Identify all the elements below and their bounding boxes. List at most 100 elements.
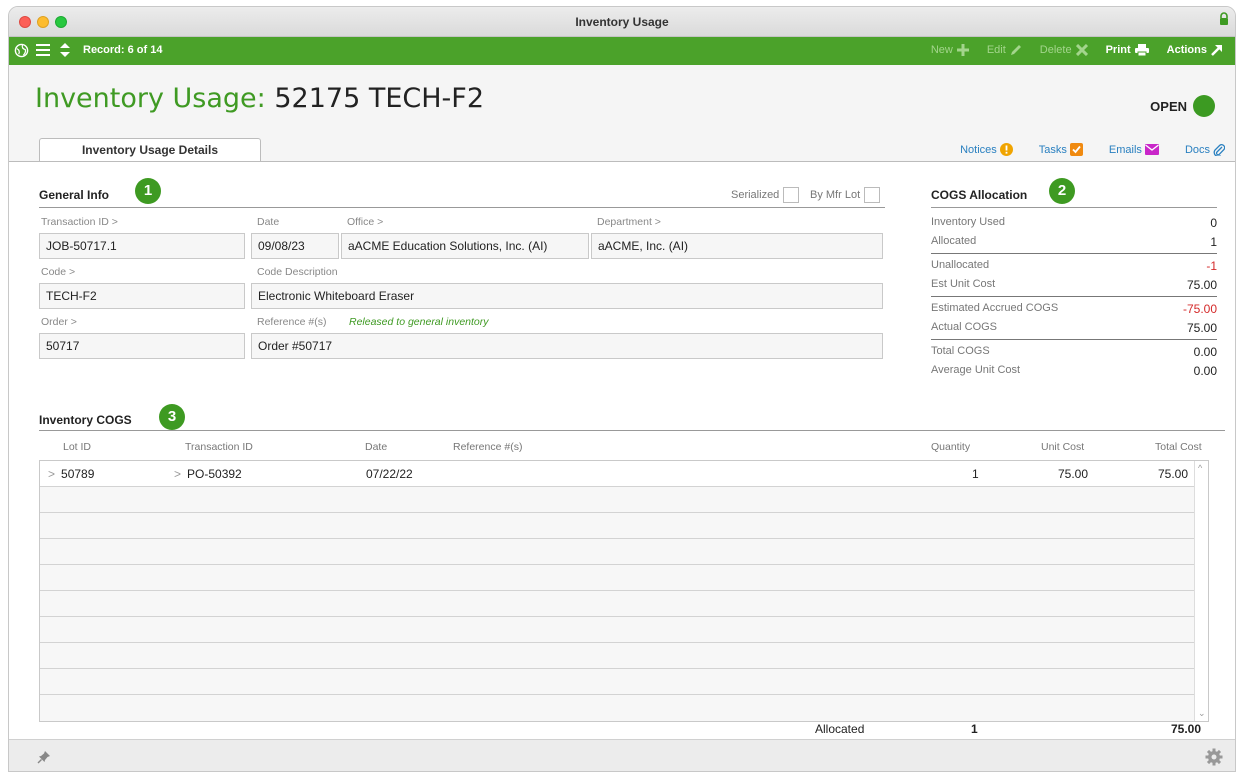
table-row-empty (40, 643, 1208, 669)
cogs-row-label: Actual COGS (931, 321, 998, 333)
col-header-transaction-id[interactable]: Transaction ID (185, 441, 253, 453)
code-description-field[interactable]: Electronic Whiteboard Eraser (251, 283, 883, 309)
quantity-cell: 1 (972, 467, 979, 481)
table-row-empty (40, 591, 1208, 617)
cogs-row-inventory-used: Inventory Used 0 (931, 213, 1217, 233)
col-header-lot-id[interactable]: Lot ID (63, 441, 91, 453)
paperclip-icon (1213, 144, 1225, 156)
date-cell: 07/22/22 (366, 467, 413, 481)
order-field[interactable]: 50717 (39, 333, 245, 359)
cogs-row-average-unit-cost: Average Unit Cost 0.00 (931, 361, 1217, 381)
reference-field[interactable]: Order #50717 (251, 333, 883, 359)
page-title-value: 52175 TECH-F2 (274, 83, 484, 114)
transaction-id-cell[interactable]: > PO-50392 (174, 467, 242, 481)
reference-note: Released to general inventory (349, 316, 489, 328)
notices-label: Notices (960, 143, 997, 156)
actions-button-label: Actions (1166, 44, 1207, 56)
serialized-checkbox[interactable]: Serialized (731, 187, 800, 203)
reference-label: Reference #(s) (257, 316, 327, 328)
totals-quantity: 1 (971, 722, 978, 736)
delete-button[interactable]: Delete (1040, 44, 1088, 56)
lock-icon[interactable] (1219, 12, 1229, 26)
notices-link[interactable]: Notices (960, 143, 1013, 156)
department-field[interactable]: aACME, Inc. (AI) (591, 233, 883, 259)
cogs-row-value: 0 (1210, 216, 1217, 230)
office-field[interactable]: aACME Education Solutions, Inc. (AI) (341, 233, 589, 259)
lot-id-value: 50789 (61, 467, 95, 481)
status-indicator: OPEN (1150, 95, 1215, 117)
table-row[interactable]: >50789 > PO-50392 07/22/22 1 75.00 75.00 (40, 461, 1208, 487)
cogs-divider (931, 339, 1217, 340)
department-label[interactable]: Department > (597, 216, 661, 228)
inventory-cogs-table: >50789 > PO-50392 07/22/22 1 75.00 75.00 … (39, 460, 1209, 722)
task-check-icon (1069, 143, 1083, 156)
cogs-allocation-divider (931, 207, 1217, 208)
cogs-allocation-title: COGS Allocation (931, 188, 1028, 202)
page-title-label: Inventory Usage: (35, 83, 266, 114)
new-button-label: New (930, 44, 953, 56)
col-header-total-cost[interactable]: Total Cost (1155, 441, 1202, 453)
col-header-quantity[interactable]: Quantity (931, 441, 970, 453)
status-label: OPEN (1150, 98, 1187, 114)
table-row-empty (40, 513, 1208, 539)
general-info-divider (39, 207, 885, 208)
warning-icon (999, 143, 1013, 156)
callout-badge-2: 2 (1049, 178, 1075, 204)
order-label[interactable]: Order > (41, 316, 77, 328)
docs-link[interactable]: Docs (1185, 143, 1225, 156)
code-label[interactable]: Code > (41, 266, 75, 278)
cogs-row-label: Inventory Used (931, 216, 1005, 228)
table-row-empty (40, 617, 1208, 643)
serialized-check[interactable] (783, 187, 800, 203)
record-stepper-icon[interactable] (57, 42, 73, 58)
by-mfr-lot-checkbox[interactable]: By Mfr Lot (810, 187, 881, 203)
pin-icon[interactable] (37, 750, 51, 764)
cogs-row-label: Estimated Accrued COGS (931, 302, 1059, 314)
table-scrollbar[interactable]: ^ ⌄ (1194, 461, 1208, 721)
actions-button[interactable]: Actions (1167, 44, 1223, 56)
edit-button[interactable]: Edit (987, 44, 1022, 56)
printer-icon (1134, 44, 1149, 56)
gear-icon[interactable] (1205, 748, 1223, 766)
transaction-id-field[interactable]: JOB-50717.1 (39, 233, 245, 259)
cogs-row-value: -1 (1206, 259, 1217, 273)
emails-label: Emails (1108, 143, 1142, 156)
date-label: Date (257, 216, 280, 228)
cogs-row-label: Total COGS (931, 345, 990, 357)
new-button[interactable]: New (931, 44, 969, 56)
status-dot-icon (1193, 95, 1215, 117)
details-content: General Info 1 Serialized By Mfr Lot Tra… (9, 162, 1235, 739)
tasks-link[interactable]: Tasks (1039, 143, 1083, 156)
inventory-cogs-title: Inventory COGS (39, 413, 132, 427)
scroll-down-icon[interactable]: ⌄ (1198, 708, 1206, 719)
list-icon[interactable] (35, 42, 51, 58)
office-label[interactable]: Office > (347, 216, 383, 228)
lot-id-cell[interactable]: >50789 (48, 467, 94, 481)
docs-label: Docs (1184, 143, 1210, 156)
code-field[interactable]: TECH-F2 (39, 283, 245, 309)
by-mfr-lot-check[interactable] (864, 187, 881, 203)
cogs-row-est-unit-cost: Est Unit Cost 75.00 (931, 275, 1217, 295)
print-button[interactable]: Print (1106, 44, 1149, 56)
emails-link[interactable]: Emails (1109, 143, 1159, 156)
cogs-row-value: 0.00 (1193, 345, 1217, 359)
chevron-right-icon: > (48, 467, 56, 481)
footer-bar (9, 739, 1235, 771)
window-title: Inventory Usage (575, 15, 669, 29)
edit-button-label: Edit (986, 44, 1006, 56)
cogs-row-estimated-accrued: Estimated Accrued COGS -75.00 (931, 299, 1217, 319)
cogs-divider (931, 296, 1217, 297)
col-header-unit-cost[interactable]: Unit Cost (1041, 441, 1084, 453)
globe-icon[interactable] (13, 42, 29, 58)
transaction-id-label[interactable]: Transaction ID > (41, 216, 118, 228)
scroll-up-icon[interactable]: ^ (1198, 463, 1202, 473)
tab-inventory-usage-details[interactable]: Inventory Usage Details (39, 138, 261, 162)
col-header-reference[interactable]: Reference #(s) (453, 441, 522, 453)
cogs-divider (931, 253, 1217, 254)
col-header-date[interactable]: Date (365, 441, 387, 453)
date-field[interactable]: 09/08/23 (251, 233, 339, 259)
cogs-row-value: 75.00 (1186, 321, 1217, 335)
transaction-id-value: PO-50392 (187, 467, 242, 481)
total-cost-cell: 75.00 (1157, 467, 1188, 481)
cogs-row-value: 1 (1210, 235, 1217, 249)
